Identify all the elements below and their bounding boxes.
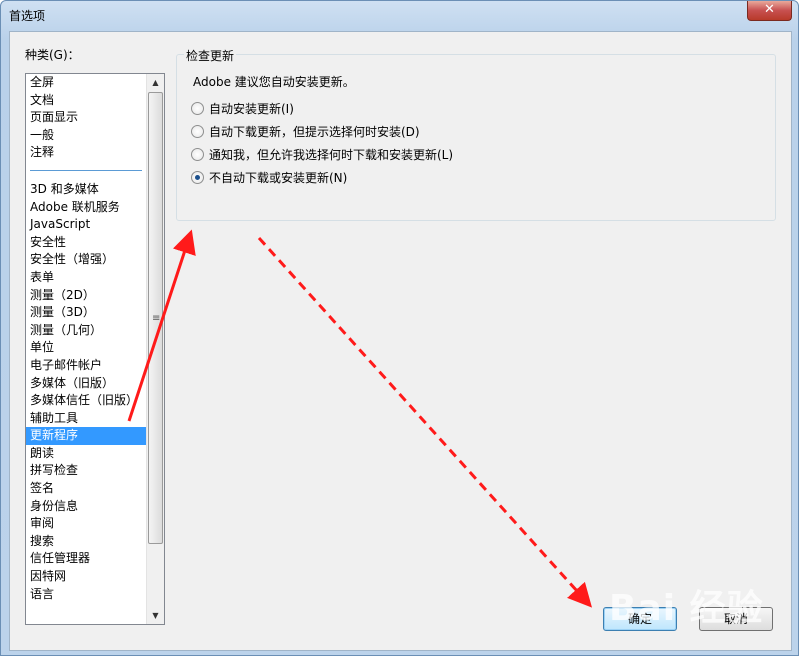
annotation-arrows <box>127 229 593 608</box>
arrow-to-ok-icon <box>257 236 593 608</box>
arrow-to-group-icon <box>127 229 196 422</box>
preferences-dialog: 首选项 ✕ 种类(G)： 全屏 文档 页面显示 一般 注释 3D 和多媒体 Adobe 联机… <box>0 0 799 656</box>
watermark-logo: Bai 经验 <box>609 588 764 629</box>
